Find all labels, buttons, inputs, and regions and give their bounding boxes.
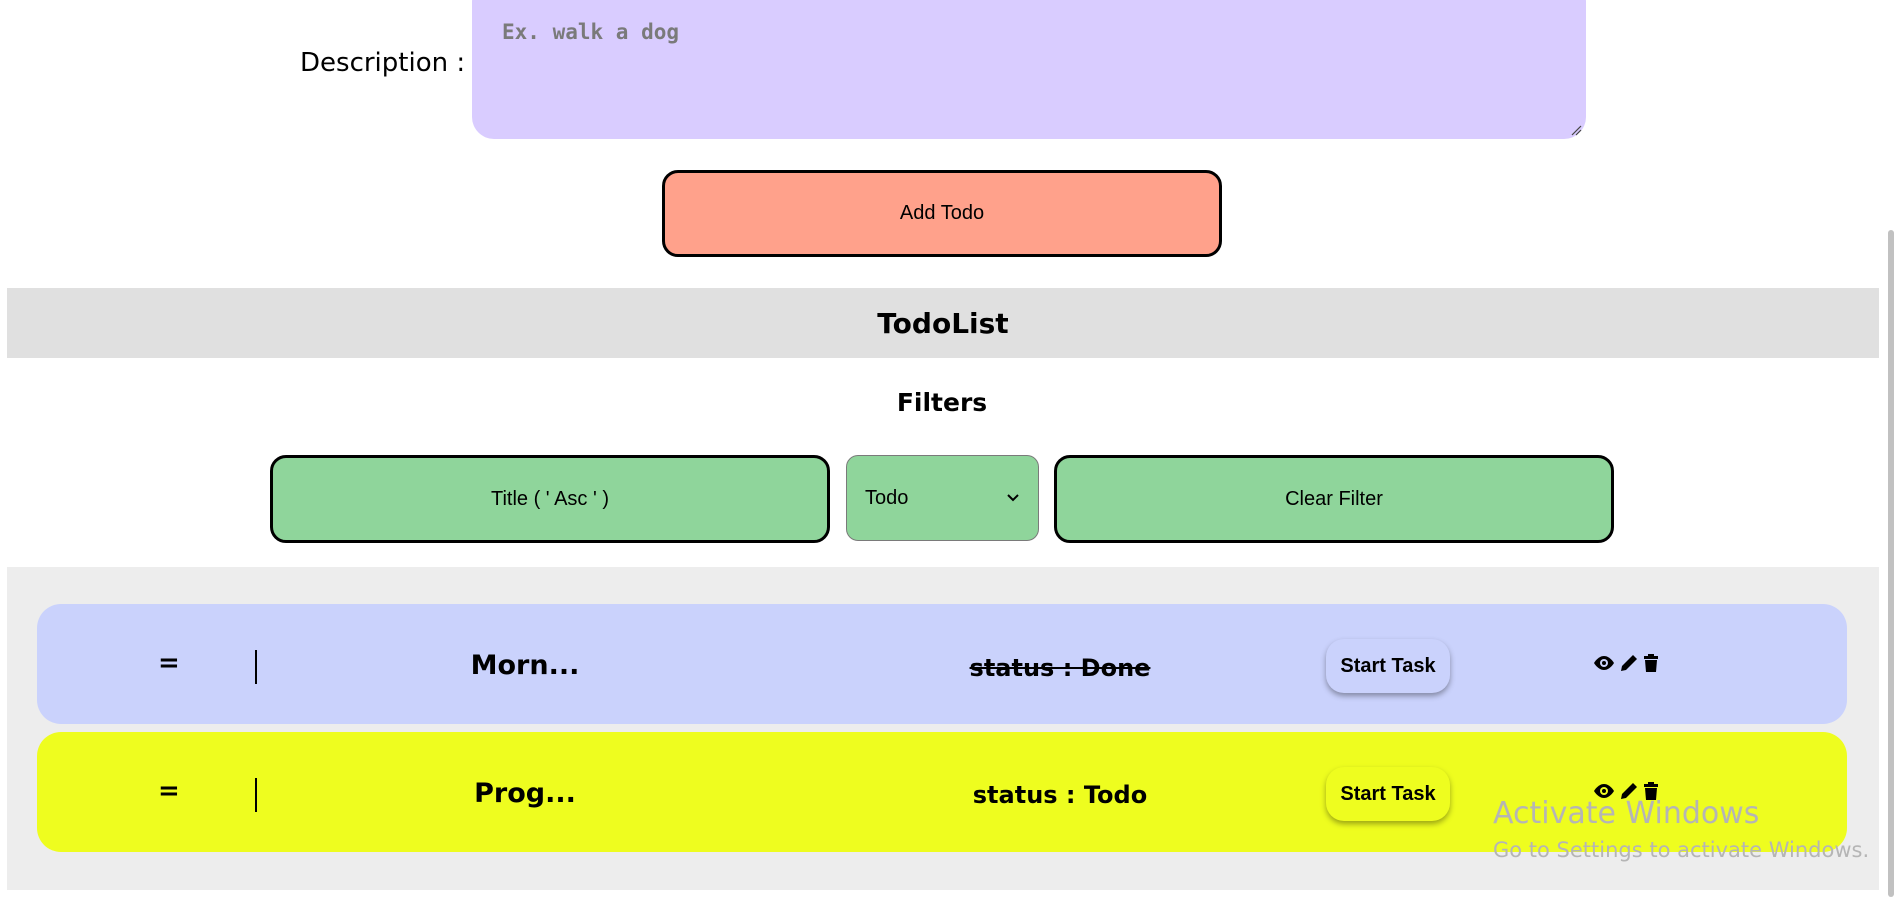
add-todo-button[interactable]: Add Todo (662, 170, 1222, 257)
filters-title: Filters (896, 388, 988, 417)
eye-icon[interactable] (1592, 654, 1616, 672)
trash-icon[interactable] (1642, 653, 1660, 673)
todo-row (37, 732, 1847, 852)
todo-status: status : Done (969, 654, 1151, 682)
description-label: Description : (300, 48, 466, 78)
todo-status: status : Todo (972, 781, 1148, 809)
todolist-header: TodoList (7, 288, 1879, 358)
chevron-down-icon (1007, 494, 1019, 502)
status-filter-select[interactable]: Todo (846, 455, 1039, 541)
resize-grip-icon[interactable] (1570, 124, 1582, 136)
status-filter-value: Todo (865, 486, 909, 509)
todolist-title: TodoList (877, 306, 1009, 340)
activate-windows-title: Activate Windows (1493, 796, 1760, 831)
page-scrollbar[interactable] (1888, 230, 1894, 897)
activate-windows-subtitle: Go to Settings to activate Windows. (1493, 838, 1870, 862)
row-actions (1592, 653, 1660, 673)
clear-filter-button[interactable]: Clear Filter (1054, 455, 1614, 543)
pencil-icon[interactable] (1619, 653, 1639, 673)
todo-row (37, 604, 1847, 724)
drag-handle-icon[interactable]: = (158, 776, 180, 806)
start-task-button[interactable]: Start Task (1326, 767, 1450, 821)
description-placeholder: Ex. walk a dog (502, 20, 680, 44)
title-sort-button[interactable]: Title ( ' Asc ' ) (270, 455, 830, 543)
todo-title: Morn... (470, 650, 580, 681)
row-divider (255, 650, 257, 684)
row-divider (255, 778, 257, 812)
todo-title: Prog... (474, 778, 576, 809)
drag-handle-icon[interactable]: = (158, 648, 180, 678)
start-task-button[interactable]: Start Task (1326, 639, 1450, 693)
